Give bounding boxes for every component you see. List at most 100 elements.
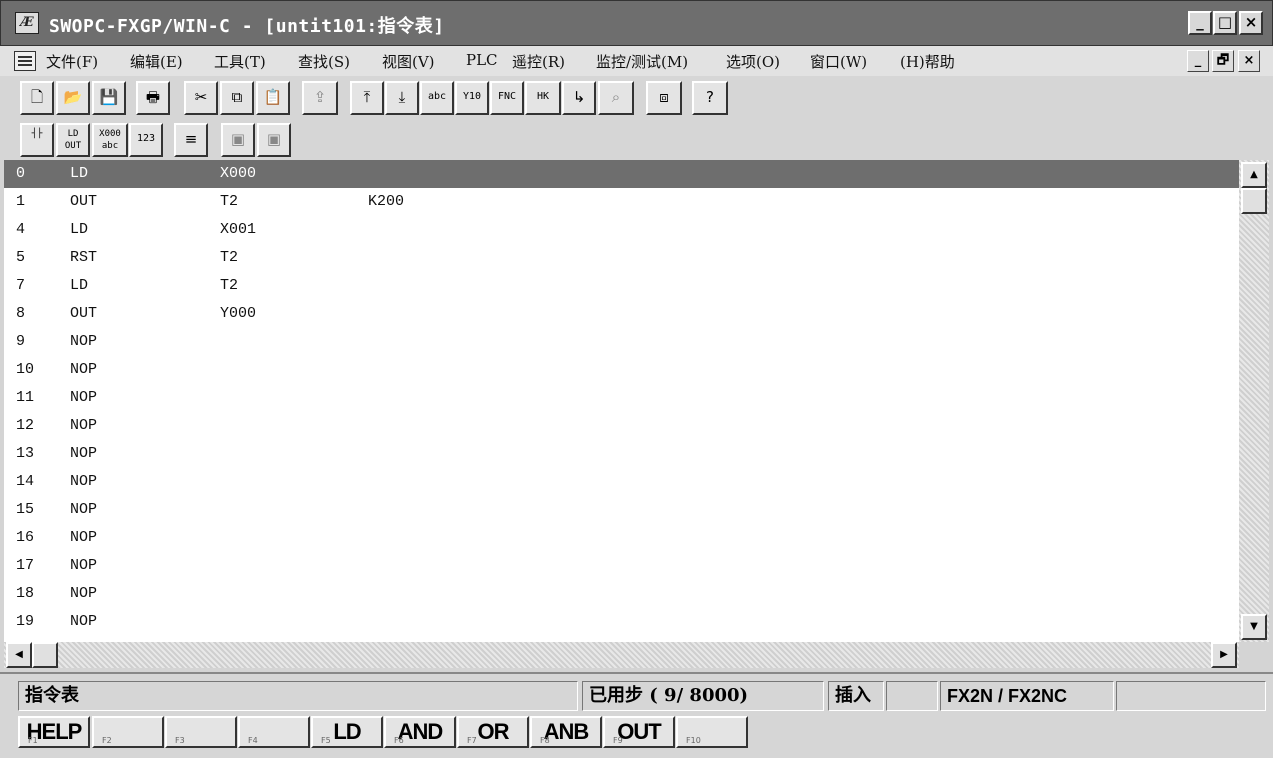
menu-help[interactable]: (H)帮助: [900, 51, 955, 72]
app-icon[interactable]: Æ: [15, 12, 39, 34]
close-button[interactable]: ×: [1239, 11, 1263, 35]
number-icon[interactable]: 123: [129, 123, 163, 157]
menu-monitor-test[interactable]: 监控/测试(M): [596, 51, 688, 72]
menu-options[interactable]: 选项(O): [726, 51, 780, 72]
mdi-minimize-button[interactable]: _: [1187, 50, 1209, 72]
copy-icon[interactable]: ⧉: [220, 81, 254, 115]
table-row[interactable]: 13 NOP: [4, 440, 1239, 468]
transfer-icon[interactable]: ⇪: [302, 81, 338, 115]
page-up-icon[interactable]: ⤒: [350, 81, 384, 115]
table-row[interactable]: 14 NOP: [4, 468, 1239, 496]
table-row[interactable]: 18 NOP: [4, 580, 1239, 608]
paste-icon[interactable]: 📋: [256, 81, 290, 115]
disabled-tool-1-icon[interactable]: ▣: [221, 123, 255, 157]
list-view-icon[interactable]: LD OUT: [56, 123, 90, 157]
table-row[interactable]: 4 LD X001: [4, 216, 1239, 244]
step-number: 14: [16, 473, 35, 490]
table-row[interactable]: 19 NOP: [4, 608, 1239, 636]
save-icon[interactable]: 💾: [92, 81, 126, 115]
table-row[interactable]: 1 OUT T2 K200: [4, 188, 1239, 216]
scroll-up-icon[interactable]: ▲: [1241, 162, 1267, 188]
menu-edit[interactable]: 编辑(E): [130, 51, 183, 72]
instruction-mnemonic: LD: [70, 221, 89, 238]
menu-remote[interactable]: 遥控(R): [512, 51, 565, 72]
scroll-down-icon[interactable]: ▼: [1241, 614, 1267, 640]
horizontal-scrollbar[interactable]: ◀ ▶: [4, 642, 1239, 668]
cut-icon[interactable]: ✂: [184, 81, 218, 115]
disabled-tool-2-icon[interactable]: ▣: [257, 123, 291, 157]
f5-ld-button[interactable]: LD F5: [311, 716, 383, 748]
table-row[interactable]: 15 NOP: [4, 496, 1239, 524]
window-switch-icon[interactable]: ⧈: [646, 81, 682, 115]
table-row[interactable]: 17 NOP: [4, 552, 1239, 580]
f4-button[interactable]: F4: [238, 716, 310, 748]
status-insert-mode: 插入: [828, 681, 884, 711]
scroll-thumb[interactable]: [1241, 188, 1267, 214]
menu-tools[interactable]: 工具(T): [214, 51, 266, 72]
table-row[interactable]: 0 LD X000: [4, 160, 1239, 188]
fkey-number: F8: [540, 736, 550, 745]
f8-anb-button[interactable]: ANB F8: [530, 716, 602, 748]
f2-button[interactable]: F2: [92, 716, 164, 748]
comment-icon[interactable]: X000 abc: [92, 123, 128, 157]
sfc-icon[interactable]: ≡: [174, 123, 208, 157]
y10-icon[interactable]: Y10: [455, 81, 489, 115]
f1-help-button[interactable]: HELP F1: [18, 716, 90, 748]
status-plc-model: FX2N / FX2NC: [940, 681, 1114, 711]
operand-2: K200: [368, 193, 405, 210]
f7-or-button[interactable]: OR F7: [457, 716, 529, 748]
jump-icon[interactable]: ↳: [562, 81, 596, 115]
hscroll-thumb[interactable]: [32, 642, 58, 668]
table-row[interactable]: 11 NOP: [4, 384, 1239, 412]
scroll-left-icon[interactable]: ◀: [6, 642, 32, 668]
new-file-icon[interactable]: 🗋: [20, 81, 54, 115]
step-number: 4: [16, 221, 26, 238]
open-folder-icon[interactable]: 📂: [56, 81, 90, 115]
menu-view[interactable]: 视图(V): [382, 51, 435, 72]
fnc-icon[interactable]: FNC: [490, 81, 524, 115]
instruction-list[interactable]: 0 LD X000 1 OUT T2 K200 4 LD X001 5 RST …: [4, 160, 1239, 642]
print-icon[interactable]: 🖶: [136, 81, 170, 115]
minimize-button[interactable]: _: [1188, 11, 1212, 35]
window-title: SWOPC-FXGP/WIN-C - [untit101:指令表]: [49, 16, 445, 37]
vertical-scrollbar[interactable]: ▲ ▼: [1239, 160, 1269, 642]
menu-find[interactable]: 查找(S): [298, 51, 350, 72]
page-down-icon[interactable]: ⤓: [385, 81, 419, 115]
binoculars-icon[interactable]: ⌕: [598, 81, 634, 115]
table-row[interactable]: 16 NOP: [4, 524, 1239, 552]
table-row[interactable]: 12 NOP: [4, 412, 1239, 440]
fkey-number: F7: [467, 736, 477, 745]
instruction-mnemonic: NOP: [70, 389, 98, 406]
mdi-close-button[interactable]: ×: [1238, 50, 1260, 72]
abc-icon[interactable]: abc: [420, 81, 454, 115]
ladder-view-icon[interactable]: ┤├: [20, 123, 54, 157]
menu-plc[interactable]: PLC: [466, 51, 498, 69]
help-icon[interactable]: ?: [692, 81, 728, 115]
menu-file[interactable]: 文件(F): [46, 51, 98, 72]
hk-icon[interactable]: HK: [525, 81, 561, 115]
f9-out-button[interactable]: OUT F9: [603, 716, 675, 748]
f6-and-button[interactable]: AND F6: [384, 716, 456, 748]
f3-button[interactable]: F3: [165, 716, 237, 748]
operand-1: T2: [220, 249, 239, 266]
maximize-button[interactable]: □: [1213, 11, 1237, 35]
document-icon[interactable]: [14, 51, 36, 71]
step-number: 8: [16, 305, 26, 322]
fkey-number: F5: [321, 736, 331, 745]
menu-window[interactable]: 窗口(W): [810, 51, 867, 72]
table-row[interactable]: 7 LD T2: [4, 272, 1239, 300]
instruction-mnemonic: OUT: [70, 305, 98, 322]
title-bar[interactable]: Æ SWOPC-FXGP/WIN-C - [untit101:指令表] _ □ …: [0, 0, 1273, 46]
status-mode: 指令表: [18, 681, 578, 711]
scroll-right-icon[interactable]: ▶: [1211, 642, 1237, 668]
step-number: 9: [16, 333, 26, 350]
mdi-restore-button[interactable]: 🗗: [1212, 50, 1234, 72]
step-number: 0: [16, 165, 26, 182]
table-row[interactable]: 10 NOP: [4, 356, 1239, 384]
table-row[interactable]: 5 RST T2: [4, 244, 1239, 272]
instruction-mnemonic: NOP: [70, 333, 98, 350]
table-row[interactable]: 8 OUT Y000: [4, 300, 1239, 328]
table-row[interactable]: 9 NOP: [4, 328, 1239, 356]
step-number: 1: [16, 193, 26, 210]
f10-button[interactable]: F10: [676, 716, 748, 748]
